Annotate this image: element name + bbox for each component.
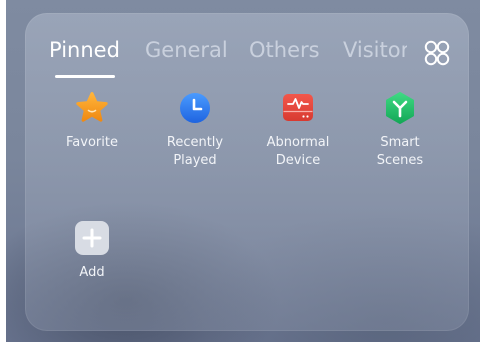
active-tab-indicator: [55, 75, 115, 78]
plus-icon: [75, 221, 109, 255]
star-icon: [76, 92, 108, 122]
grid-icon: [424, 40, 450, 66]
smart-scenes-label: Smart Scenes: [376, 135, 424, 168]
pinned-panel: Pinned General Others Visitor Favorite R…: [25, 13, 469, 331]
abnormal-device-label: Abnormal Device: [266, 135, 330, 168]
add-tile[interactable]: Add: [42, 220, 142, 282]
grid-view-button[interactable]: [423, 39, 451, 67]
smart-scenes-icon: [386, 92, 414, 124]
smart-scenes-tile[interactable]: Smart Scenes: [350, 90, 450, 170]
recently-played-tile[interactable]: Recently Played: [145, 90, 245, 170]
tab-general[interactable]: General: [145, 37, 228, 63]
recently-played-label: Recently Played: [166, 135, 224, 168]
device-alert-icon: [283, 94, 313, 121]
clock-icon: [180, 93, 210, 123]
tab-bar: Pinned General Others Visitor: [25, 13, 469, 83]
favorite-label: Favorite: [66, 135, 118, 150]
favorite-tile[interactable]: Favorite: [42, 90, 142, 152]
background: Pinned General Others Visitor Favorite R…: [6, 0, 480, 342]
abnormal-device-tile[interactable]: Abnormal Device: [248, 90, 348, 170]
tab-pinned[interactable]: Pinned: [49, 37, 120, 63]
add-label: Add: [79, 265, 105, 280]
tab-visitor[interactable]: Visitor: [343, 37, 407, 63]
tab-others[interactable]: Others: [249, 37, 320, 63]
